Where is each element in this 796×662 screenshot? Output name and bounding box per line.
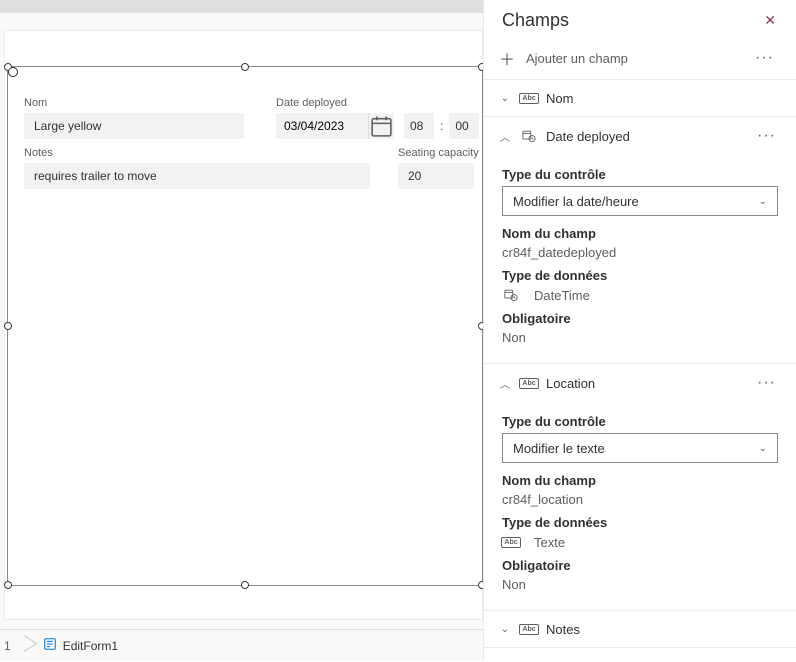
notes-input[interactable] xyxy=(24,163,370,189)
editform-selection[interactable]: Nom Date deployed : Notes Seating capaci… xyxy=(8,67,482,585)
text-type-icon: Abc xyxy=(520,375,538,391)
chevron-down-icon: ⌄ xyxy=(759,196,767,207)
field-header-nom[interactable]: ⌄ Abc Nom xyxy=(484,80,796,116)
field-name-label: Notes xyxy=(546,622,782,637)
resize-handle[interactable] xyxy=(241,581,249,589)
date-deployed-group: : xyxy=(276,113,479,139)
control-type-label: Type du contrôle xyxy=(502,414,778,429)
breadcrumb-separator-icon xyxy=(11,630,33,662)
required-label: Obligatoire xyxy=(502,558,778,573)
more-icon[interactable]: ··· xyxy=(749,49,780,67)
required-value: Non xyxy=(502,330,778,345)
datatype-value: DateTime xyxy=(502,287,778,303)
form-icon xyxy=(43,637,57,654)
required-label: Obligatoire xyxy=(502,311,778,326)
resize-handle[interactable] xyxy=(4,581,12,589)
datetime-type-icon xyxy=(520,128,538,144)
field-name-label: Date deployed xyxy=(546,129,751,144)
fields-list[interactable]: ⌄ Abc Nom ︿ Date deployed ··· Type du co… xyxy=(484,80,796,661)
datatype-value: Abc Texte xyxy=(502,534,778,550)
breadcrumb-bar: 1 EditForm1 xyxy=(0,629,483,661)
canvas-area: Nom Date deployed : Notes Seating capaci… xyxy=(0,13,483,661)
nom-input[interactable] xyxy=(24,113,244,139)
field-body-location: Type du contrôle Modifier le texte ⌄ Nom… xyxy=(484,402,796,610)
time-separator: : xyxy=(440,119,443,133)
dropdown-value: Modifier la date/heure xyxy=(513,194,639,209)
field-name-label: Nom xyxy=(546,91,782,106)
datatype-label: Type de données xyxy=(502,268,778,283)
panel-title: Champs xyxy=(502,10,569,31)
more-icon[interactable]: ··· xyxy=(751,374,782,392)
seating-input[interactable] xyxy=(398,163,474,189)
required-value: Non xyxy=(502,577,778,592)
panel-header: Champs ✕ xyxy=(484,0,796,39)
field-card-nom: ⌄ Abc Nom xyxy=(484,80,796,117)
breadcrumb-prev-suffix: 1 xyxy=(0,639,11,653)
field-name-label: Location xyxy=(546,376,751,391)
field-header-location[interactable]: ︿ Abc Location ··· xyxy=(484,364,796,402)
add-field-row[interactable]: ＋ Ajouter un champ ··· xyxy=(484,39,796,80)
more-icon[interactable]: ··· xyxy=(751,127,782,145)
field-body-date: Type du contrôle Modifier la date/heure … xyxy=(484,155,796,363)
chevron-down-icon: ⌄ xyxy=(498,93,512,104)
fieldname-value: cr84f_location xyxy=(502,492,778,507)
calendar-icon[interactable] xyxy=(368,113,394,139)
field-header-date[interactable]: ︿ Date deployed ··· xyxy=(484,117,796,155)
fieldname-value: cr84f_datedeployed xyxy=(502,245,778,260)
text-type-icon: Abc xyxy=(520,621,538,637)
seating-label: Seating capacity xyxy=(398,147,479,159)
control-type-dropdown[interactable]: Modifier le texte ⌄ xyxy=(502,433,778,463)
datetime-type-icon xyxy=(502,287,520,303)
close-icon[interactable]: ✕ xyxy=(760,8,780,33)
minute-input[interactable] xyxy=(449,113,479,139)
nom-label: Nom xyxy=(24,97,47,109)
chevron-down-icon: ⌄ xyxy=(498,624,512,635)
fieldname-label: Nom du champ xyxy=(502,473,778,488)
notes-label: Notes xyxy=(24,147,53,159)
datatype-label: Type de données xyxy=(502,515,778,530)
field-card-date: ︿ Date deployed ··· Type du contrôle Mod… xyxy=(484,117,796,364)
resize-handle[interactable] xyxy=(4,322,12,330)
dropdown-value: Modifier le texte xyxy=(513,441,605,456)
fields-panel: Champs ✕ ＋ Ajouter un champ ··· ⌄ Abc No… xyxy=(483,0,796,661)
resize-handle[interactable] xyxy=(4,63,12,71)
chevron-up-icon: ︿ xyxy=(498,129,512,144)
chevron-down-icon: ⌄ xyxy=(759,443,767,454)
plus-icon: ＋ xyxy=(498,49,516,67)
hour-input[interactable] xyxy=(404,113,434,139)
control-type-label: Type du contrôle xyxy=(502,167,778,182)
breadcrumb-label: EditForm1 xyxy=(63,639,118,653)
date-label: Date deployed xyxy=(276,97,347,109)
chevron-up-icon: ︿ xyxy=(498,376,512,391)
text-type-icon: Abc xyxy=(502,534,520,550)
field-header-notes[interactable]: ⌄ Abc Notes xyxy=(484,611,796,647)
field-card-notes: ⌄ Abc Notes xyxy=(484,611,796,648)
breadcrumb-editform[interactable]: EditForm1 xyxy=(33,637,128,654)
text-type-icon: Abc xyxy=(520,90,538,106)
add-field-label: Ajouter un champ xyxy=(526,51,749,66)
field-card-location: ︿ Abc Location ··· Type du contrôle Modi… xyxy=(484,364,796,611)
resize-handle[interactable] xyxy=(241,63,249,71)
control-type-dropdown[interactable]: Modifier la date/heure ⌄ xyxy=(502,186,778,216)
date-input[interactable] xyxy=(276,113,368,139)
fieldname-label: Nom du champ xyxy=(502,226,778,241)
